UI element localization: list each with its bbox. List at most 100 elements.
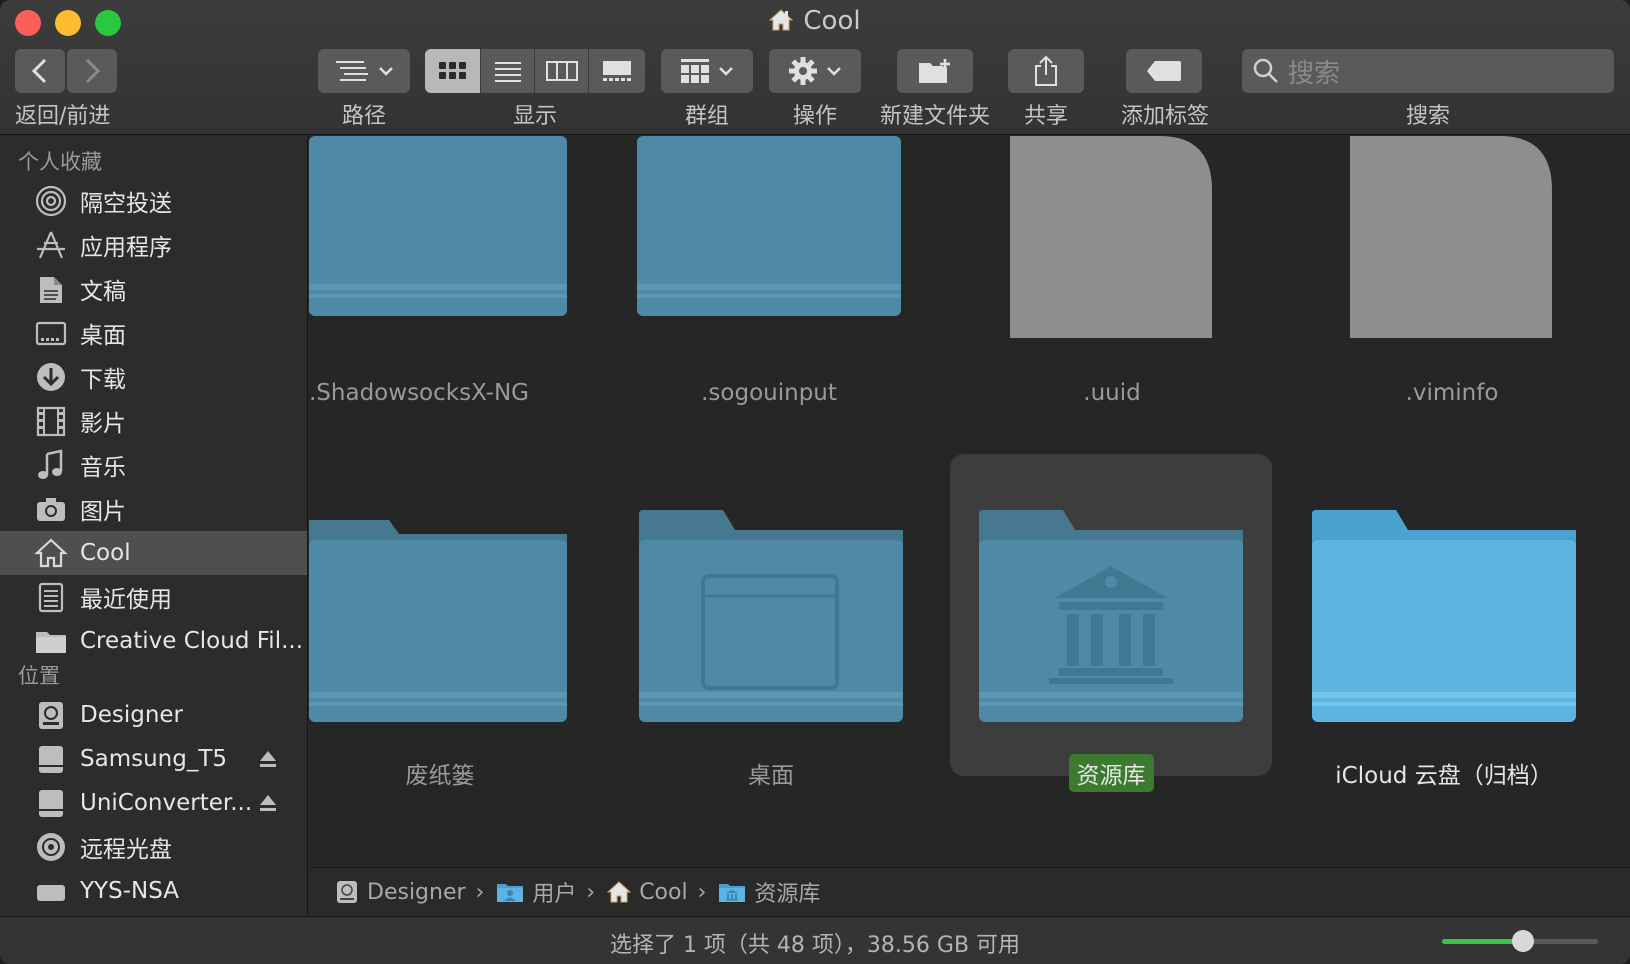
column-view-icon (545, 61, 578, 81)
view-label: 显示 (512, 104, 557, 129)
sidebar-item-designer[interactable]: Designer (0, 693, 307, 737)
crumb-label: Designer (367, 879, 466, 905)
file-item[interactable] (979, 510, 1243, 726)
document-icon (1010, 136, 1212, 338)
list-view-button[interactable] (481, 49, 535, 93)
file-name: 废纸篓 (405, 763, 475, 789)
action-button[interactable] (769, 49, 861, 93)
chevron-right-icon: › (586, 879, 596, 905)
slider-knob[interactable] (1512, 930, 1535, 952)
search-input[interactable]: 搜索 (1242, 49, 1614, 93)
file-name: .viminfo (1405, 380, 1499, 406)
remote-disc-icon (34, 831, 68, 863)
file-item[interactable] (637, 136, 901, 320)
document-icon (1350, 136, 1552, 338)
sidebar-item-samsung-t5[interactable]: Samsung_T5 (0, 737, 307, 781)
share-icon (1035, 55, 1057, 86)
sidebar-item-label: 远程光盘 (80, 837, 172, 863)
hard-drive-icon (335, 879, 359, 905)
path-crumb-home[interactable]: Cool (607, 880, 688, 905)
file-item[interactable] (309, 510, 571, 726)
trash-folder-icon (309, 520, 567, 722)
chevron-right-icon: › (475, 879, 485, 905)
grid-view-icon (438, 62, 466, 79)
sidebar: 个人收藏 隔空投送 应用程序 文稿 桌面 下载 影片 音乐 图片 Cool 最近… (0, 136, 308, 916)
file-item[interactable] (1350, 136, 1554, 342)
nav-label: 返回/前进 (15, 104, 111, 129)
path-crumb-users[interactable]: 用户 (496, 876, 576, 908)
crumb-label: 用户 (532, 882, 577, 907)
eject-icon[interactable] (258, 793, 278, 817)
applications-icon (34, 229, 68, 261)
sidebar-item-remote-disc[interactable]: 远程光盘 (0, 825, 307, 869)
path-crumb-designer[interactable]: Designer (335, 879, 466, 905)
sidebar-item-label: Creative Cloud Fil... (80, 628, 304, 654)
column-view-button[interactable] (535, 49, 589, 93)
sidebar-item-label: 最近使用 (80, 587, 172, 613)
sidebar-item-applications[interactable]: 应用程序 (0, 223, 307, 267)
icon-view-button[interactable] (425, 49, 481, 93)
group-icon (681, 59, 709, 83)
group-label: 群组 (684, 104, 729, 129)
new-folder-label: 新建文件夹 (879, 104, 990, 129)
file-item[interactable] (1010, 136, 1214, 342)
forward-button[interactable] (67, 49, 117, 93)
recents-icon (34, 581, 68, 613)
sidebar-item-movies[interactable]: 影片 (0, 399, 307, 443)
sidebar-item-pictures[interactable]: 图片 (0, 487, 307, 531)
group-button[interactable] (661, 49, 753, 93)
file-item[interactable] (639, 510, 903, 726)
library-folder-icon (979, 510, 1243, 722)
new-folder-button[interactable] (897, 49, 973, 93)
file-name: .sogouinput (701, 380, 837, 406)
airdrop-icon (34, 185, 68, 217)
add-tag-button[interactable] (1126, 49, 1202, 93)
path-crumb-library[interactable]: 资源库 (718, 876, 820, 908)
sidebar-item-documents[interactable]: 文稿 (0, 267, 307, 311)
file-name: .ShadowsocksX-NG (309, 380, 530, 406)
sidebar-item-desktop[interactable]: 桌面 (0, 311, 307, 355)
gallery-view-button[interactable] (589, 49, 645, 93)
sidebar-item-recents[interactable]: 最近使用 (0, 575, 307, 619)
sidebar-item-label: 文稿 (80, 279, 126, 305)
view-mode-segmented (425, 49, 645, 93)
tag-icon (1147, 61, 1181, 81)
status-bar: 选择了 1 项（共 48 项），38.56 GB 可用 (0, 916, 1630, 964)
file-name-wrapper: 资源库 (1029, 754, 1193, 792)
gear-icon (789, 57, 817, 85)
external-drive-icon (34, 743, 68, 775)
file-name: .uuid (1083, 380, 1141, 406)
music-icon (34, 449, 68, 481)
icon-size-slider[interactable] (1442, 930, 1598, 952)
back-button[interactable] (15, 49, 65, 93)
new-folder-icon (919, 59, 950, 83)
path-bar: Designer › 用户 › Cool › 资源库 (309, 867, 1630, 916)
camera-icon (34, 493, 68, 525)
sidebar-item-label: UniConverter... (80, 790, 253, 816)
sidebar-item-airdrop[interactable]: 隔空投送 (0, 179, 307, 223)
eject-icon[interactable] (258, 749, 278, 773)
sidebar-item-yys-nsa[interactable]: YYS-NSA (0, 869, 307, 913)
slider-fill (1442, 939, 1524, 944)
search-icon (1253, 58, 1278, 83)
sidebar-item-creative-cloud[interactable]: Creative Cloud Fil... (0, 619, 307, 663)
chevron-right-icon (85, 58, 101, 84)
sidebar-item-label: 桌面 (80, 323, 126, 349)
crumb-label: 资源库 (754, 882, 821, 907)
chevron-down-icon (379, 67, 393, 76)
sidebar-item-home[interactable]: Cool (0, 531, 307, 575)
file-name: 资源库 (1068, 754, 1154, 792)
path-button[interactable] (318, 49, 410, 93)
list-view-icon (494, 62, 521, 82)
sidebar-item-label: 应用程序 (80, 235, 172, 261)
sidebar-item-label: 影片 (80, 411, 126, 437)
sidebar-item-uniconverter[interactable]: UniConverter... (0, 781, 307, 825)
file-item[interactable] (1312, 510, 1576, 726)
share-button[interactable] (1008, 49, 1084, 93)
chevron-down-icon (719, 67, 733, 76)
gallery-view-icon (603, 61, 631, 81)
sidebar-item-downloads[interactable]: 下载 (0, 355, 307, 399)
sidebar-item-music[interactable]: 音乐 (0, 443, 307, 487)
file-item[interactable] (309, 136, 571, 320)
toolbar: Cool 返回/前进 路径 显示 群组 操作 新建文件夹 共享 添加标签 搜索 … (0, 0, 1630, 135)
